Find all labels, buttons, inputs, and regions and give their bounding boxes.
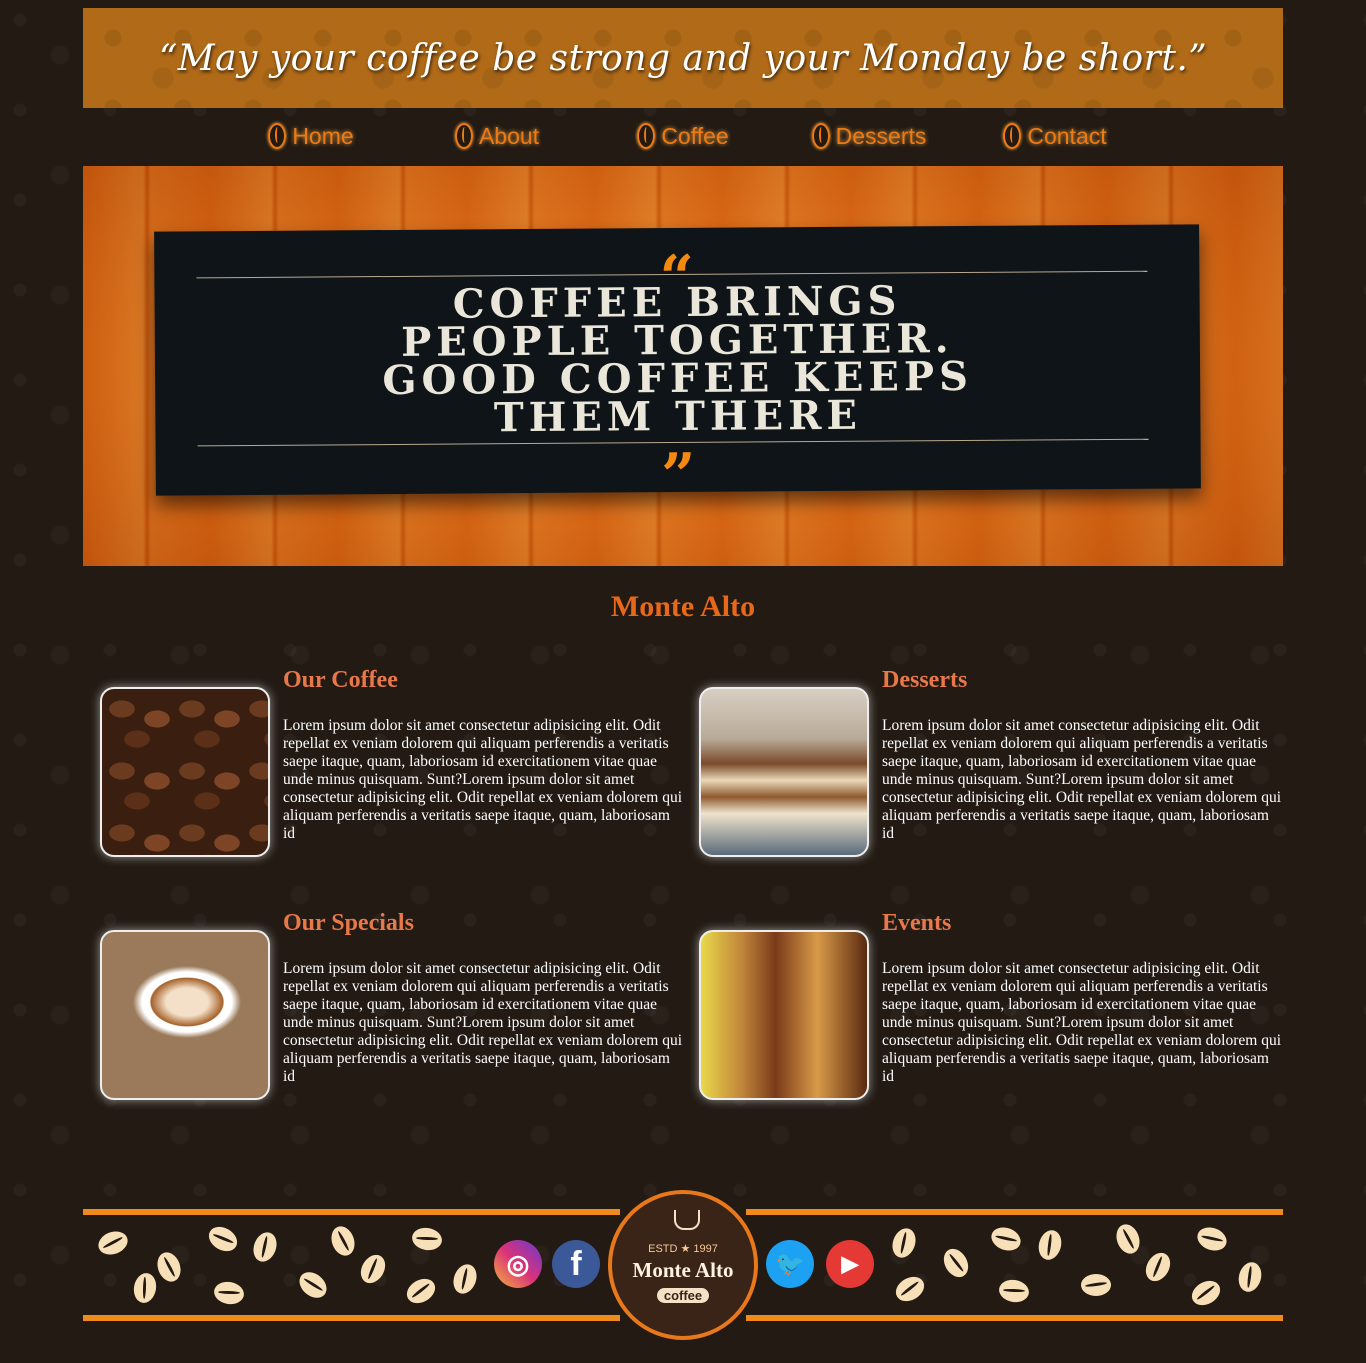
card-title: Events xyxy=(882,910,952,936)
nav-item-desserts[interactable]: Desserts xyxy=(776,116,962,156)
nav-item-home[interactable]: Home xyxy=(218,116,404,156)
logo-name: Monte Alto xyxy=(632,1258,734,1282)
coffee-bean-icon xyxy=(449,1261,481,1297)
quote-sign: “ COFFEE BRINGS PEOPLE TOGETHER. GOOD CO… xyxy=(154,224,1201,511)
coffee-bean-icon xyxy=(1035,1227,1065,1263)
coffee-bean-icon xyxy=(294,1266,332,1304)
coffee-bean-icon xyxy=(327,1223,359,1259)
coffee-bean-icon xyxy=(1112,1221,1144,1257)
footer-divider xyxy=(746,1315,1283,1321)
coffee-bean-icon xyxy=(95,1227,131,1259)
coffee-bean-icon xyxy=(997,1277,1031,1305)
sign-text: COFFEE BRINGS PEOPLE TOGETHER. GOOD COFF… xyxy=(382,277,974,442)
card-body: Lorem ipsum dolor sit amet consectetur a… xyxy=(882,960,1282,1085)
coffee-cup-icon xyxy=(674,1210,700,1230)
close-quote-mark: ” xyxy=(660,440,696,512)
brand-logo[interactable]: ESTD ★ 1997 Monte Alto coffee xyxy=(608,1190,758,1340)
coffee-bean-icon xyxy=(1140,1248,1176,1286)
card-body: Lorem ipsum dolor sit amet consectetur a… xyxy=(882,717,1282,842)
footer-bean-pattern xyxy=(885,1221,1280,1311)
card-desserts: Desserts Lorem ipsum dolor sit amet cons… xyxy=(682,667,1281,867)
nav-label: About xyxy=(478,122,540,149)
header-quote: “May your coffee be strong and your Mond… xyxy=(158,37,1208,79)
coffee-bean-icon xyxy=(1081,1274,1111,1296)
card-our-specials: Our Specials Lorem ipsum dolor sit amet … xyxy=(83,910,682,1110)
coffee-bean-icon xyxy=(268,123,287,149)
logo-established: ESTD ★ 1997 xyxy=(648,1243,718,1255)
coffee-bean-icon xyxy=(454,123,473,149)
nav-item-coffee[interactable]: Coffee xyxy=(590,116,776,156)
page-title: Monte Alto xyxy=(610,590,756,623)
footer-divider xyxy=(83,1315,620,1321)
coffee-bean-icon xyxy=(1003,123,1022,149)
coffee-bean-icon xyxy=(355,1250,391,1288)
youtube-icon[interactable]: ▶ xyxy=(826,1240,874,1288)
footer-bean-pattern xyxy=(90,1221,485,1310)
coffee-bean-icon xyxy=(131,1271,159,1305)
card-body: Lorem ipsum dolor sit amet consectetur a… xyxy=(283,960,683,1085)
header-banner: “May your coffee be strong and your Mond… xyxy=(83,8,1283,108)
card-body: Lorem ipsum dolor sit amet consectetur a… xyxy=(283,717,683,842)
coffee-bean-icon xyxy=(938,1244,974,1282)
coffee-bean-icon xyxy=(1187,1275,1225,1311)
coffee-bean-icon xyxy=(410,1225,444,1253)
coffee-bean-icon xyxy=(1235,1259,1265,1295)
nav-label: Coffee xyxy=(661,122,729,149)
coffee-bean-icon xyxy=(204,1221,242,1257)
card-title: Our Specials xyxy=(283,910,414,936)
card-events: Events Lorem ipsum dolor sit amet consec… xyxy=(682,910,1281,1110)
coffee-bean-icon xyxy=(811,123,830,149)
coffee-bean-icon xyxy=(888,1225,920,1261)
main-nav: Home About Coffee Desserts Contact xyxy=(83,116,1283,156)
tiramisu-image xyxy=(699,687,869,857)
instagram-icon[interactable]: ◎ xyxy=(494,1240,542,1288)
coffee-bean-icon xyxy=(891,1271,929,1307)
footer-divider xyxy=(746,1209,1283,1215)
coffee-bean-icon xyxy=(153,1249,185,1285)
nav-label: Contact xyxy=(1027,122,1107,149)
card-title: Desserts xyxy=(882,667,968,693)
coffee-bean-icon xyxy=(249,1229,281,1265)
footer-divider xyxy=(83,1209,620,1215)
nav-label: Desserts xyxy=(835,122,927,149)
hero-image: “ COFFEE BRINGS PEOPLE TOGETHER. GOOD CO… xyxy=(83,166,1283,566)
card-title: Our Coffee xyxy=(283,667,398,693)
coffee-bean-icon xyxy=(402,1273,440,1309)
latte-image xyxy=(100,930,270,1100)
twitter-icon[interactable]: 🐦 xyxy=(766,1240,814,1288)
coffee-bean-icon xyxy=(1194,1223,1230,1255)
card-our-coffee: Our Coffee Lorem ipsum dolor sit amet co… xyxy=(83,667,682,867)
logo-subtitle: coffee xyxy=(657,1288,709,1303)
coffee-beans-image xyxy=(100,687,270,857)
coffee-bean-icon xyxy=(637,123,656,149)
coffee-bean-icon xyxy=(212,1279,246,1307)
nav-label: Home xyxy=(292,122,354,149)
nav-item-contact[interactable]: Contact xyxy=(962,116,1148,156)
coffee-shop-image xyxy=(699,930,869,1100)
facebook-icon[interactable]: f xyxy=(552,1240,600,1288)
nav-item-about[interactable]: About xyxy=(404,116,590,156)
coffee-bean-icon xyxy=(988,1223,1024,1255)
